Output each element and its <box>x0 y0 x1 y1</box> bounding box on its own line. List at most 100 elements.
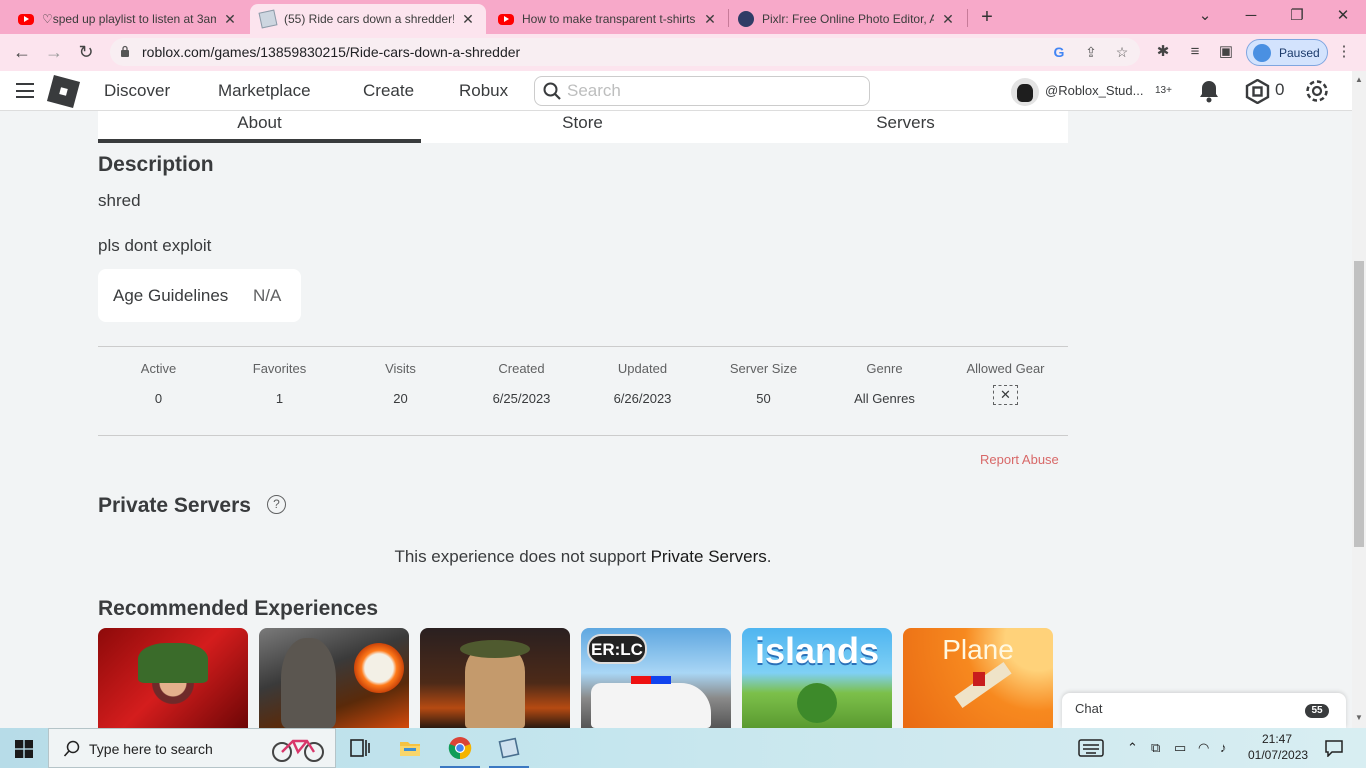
thumbnail-art <box>591 683 711 728</box>
nav-create[interactable]: Create <box>363 81 414 101</box>
menu-icon[interactable] <box>16 83 34 98</box>
bookmark-star-icon[interactable]: ☆ <box>1113 43 1131 61</box>
tab-servers[interactable]: Servers <box>744 111 1067 143</box>
close-tab-icon[interactable]: ✕ <box>940 11 956 28</box>
stat-created: Created 6/25/2023 <box>461 361 582 406</box>
recommended-game-thumbnail[interactable] <box>259 628 409 728</box>
close-tab-icon[interactable]: ✕ <box>222 11 238 28</box>
browser-tab-2-active[interactable]: (55) Ride cars down a shredder! - Roblox… <box>250 4 486 34</box>
battery-icon[interactable]: ▭ <box>1174 740 1186 756</box>
meet-now-icon[interactable]: ⧉ <box>1151 740 1160 756</box>
reload-icon[interactable]: ↻ <box>74 40 98 64</box>
chrome-taskbar-app[interactable] <box>440 736 480 768</box>
stat-label: Allowed Gear <box>966 361 1045 376</box>
browser-tab-4[interactable]: Pixlr: Free Online Photo Editor, AI ✕ <box>728 4 966 34</box>
extensions-icon[interactable]: ✱ <box>1153 42 1173 62</box>
wifi-icon[interactable]: ◠ <box>1198 740 1209 756</box>
age-guidelines-card[interactable]: Age Guidelines N/A <box>98 269 301 322</box>
forward-icon[interactable]: → <box>42 40 66 64</box>
user-avatar[interactable] <box>1011 78 1039 106</box>
new-tab-button[interactable]: + <box>977 6 997 28</box>
profile-button[interactable]: Paused <box>1246 39 1328 66</box>
youtube-icon <box>498 13 514 25</box>
google-icon[interactable]: G <box>1050 43 1068 61</box>
stat-visits: Visits 20 <box>340 361 461 406</box>
share-icon[interactable]: ⇪ <box>1082 43 1100 61</box>
pixlr-icon <box>738 11 754 27</box>
restore-icon[interactable]: ❐ <box>1285 4 1309 28</box>
tab-search-icon[interactable]: ⌄ <box>1193 4 1217 28</box>
minimize-icon[interactable]: ─ <box>1239 4 1263 28</box>
scroll-up-icon[interactable]: ▲ <box>1355 75 1363 84</box>
scroll-down-icon[interactable]: ▼ <box>1355 713 1363 722</box>
close-tab-icon[interactable]: ✕ <box>702 11 718 28</box>
chrome-menu-icon[interactable]: ⋮ <box>1334 42 1354 62</box>
thumbnail-art <box>460 640 530 658</box>
address-bar[interactable]: roblox.com/games/13859830215/Ride-cars-d… <box>110 38 1140 66</box>
close-window-icon[interactable]: ✕ <box>1331 4 1355 28</box>
tab-title: Pixlr: Free Online Photo Editor, AI <box>762 12 934 26</box>
tab-about[interactable]: About <box>98 111 421 143</box>
stat-genre: Genre All Genres <box>824 361 945 406</box>
nav-marketplace[interactable]: Marketplace <box>218 81 311 101</box>
bicycle-icon <box>272 739 324 762</box>
age-guidelines-value: N/A <box>253 286 282 305</box>
stat-active: Active 0 <box>98 361 219 406</box>
windows-start-icon[interactable] <box>15 740 33 758</box>
notification-center-icon[interactable] <box>1324 739 1344 757</box>
browser-tab-3[interactable]: How to make transparent t-shirts ✕ <box>488 4 728 34</box>
taskbar-clock[interactable]: 21:47 01/07/2023 <box>1248 731 1308 763</box>
help-icon[interactable]: ? <box>267 495 286 514</box>
close-tab-icon[interactable]: ✕ <box>460 11 476 28</box>
stat-label: Active <box>140 361 177 376</box>
lock-icon <box>121 45 129 57</box>
notifications-bell-icon[interactable] <box>1198 79 1220 103</box>
username[interactable]: @Roblox_Stud... <box>1045 83 1143 98</box>
thumbnail-art <box>465 648 525 728</box>
media-controls-icon[interactable]: ≡ <box>1185 42 1205 62</box>
recommended-game-thumbnail[interactable]: Plane <box>903 628 1053 728</box>
robux-icon[interactable] <box>1245 79 1270 104</box>
browser-tab-1[interactable]: ♡sped up playlist to listen at 3am ✕ <box>8 4 248 34</box>
recommended-game-thumbnail[interactable]: ER:LC <box>581 628 731 728</box>
search-input[interactable] <box>567 80 862 102</box>
recommended-game-thumbnail[interactable] <box>98 628 248 728</box>
browser-toolbar: ← → ↻ roblox.com/games/13859830215/Ride-… <box>0 34 1366 71</box>
back-icon[interactable]: ← <box>10 40 34 64</box>
settings-gear-icon[interactable] <box>1304 78 1330 104</box>
stat-value: 50 <box>756 391 771 406</box>
report-abuse-link[interactable]: Report Abuse <box>980 452 1059 467</box>
age-guidelines-label: Age Guidelines <box>113 286 229 305</box>
keyboard-icon[interactable] <box>1078 739 1104 757</box>
show-hidden-icons-icon[interactable]: ⌃ <box>1127 740 1138 756</box>
roblox-logo-icon[interactable] <box>46 74 81 109</box>
nav-discover[interactable]: Discover <box>104 81 170 101</box>
page-scrollbar[interactable]: ▲ ▼ <box>1352 71 1366 728</box>
taskbar-search-box[interactable]: Type here to search <box>48 728 336 768</box>
roblox-taskbar-app[interactable] <box>489 736 529 768</box>
recommended-game-thumbnail[interactable] <box>420 628 570 728</box>
windows-taskbar: Type here to search ⌃ ⧉ ▭ ◠ ♪ 21:47 01/0… <box>0 728 1366 768</box>
scroll-thumb[interactable] <box>1354 261 1364 547</box>
recommended-game-thumbnail[interactable]: islands <box>742 628 892 728</box>
tab-store[interactable]: Store <box>421 111 744 143</box>
note-period: . <box>766 547 772 566</box>
profile-status: Paused <box>1279 45 1320 60</box>
chat-unread-badge: 55 <box>1305 704 1329 718</box>
stat-label: Favorites <box>252 361 307 376</box>
stat-value[interactable]: All Genres <box>824 391 945 406</box>
description-heading: Description <box>98 153 214 176</box>
robux-balance[interactable]: 0 <box>1275 80 1284 100</box>
side-panel-icon[interactable]: ▣ <box>1216 42 1236 62</box>
task-view-icon[interactable] <box>348 736 372 760</box>
taskbar-search-text: Type here to search <box>89 741 213 757</box>
browser-tab-strip: ♡sped up playlist to listen at 3am ✕ (55… <box>0 0 1366 34</box>
file-explorer-icon[interactable] <box>398 736 422 760</box>
chat-panel[interactable]: Chat 55 <box>1062 693 1346 728</box>
volume-icon[interactable]: ♪ <box>1220 740 1227 755</box>
stat-value: 6/25/2023 <box>492 391 551 406</box>
nav-robux[interactable]: Robux <box>459 81 508 101</box>
no-gear-allowed-icon[interactable]: ✕ <box>993 385 1018 405</box>
roblox-header: Discover Marketplace Create Robux @Roblo… <box>0 71 1352 111</box>
stat-favorites: Favorites 1 <box>219 361 340 406</box>
